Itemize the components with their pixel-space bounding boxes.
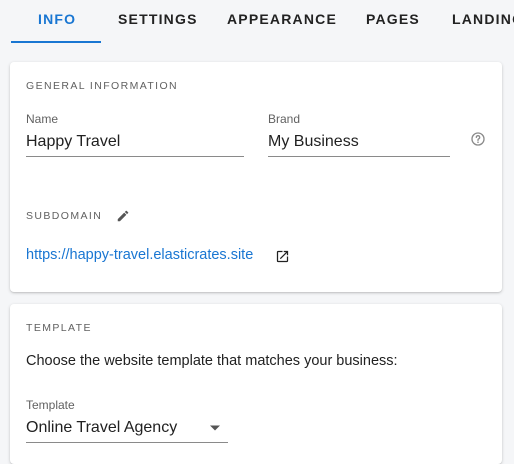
subdomain-link[interactable]: https://happy-travel.elasticrates.site (26, 247, 253, 263)
open-in-new-icon[interactable] (275, 249, 290, 264)
tab-info[interactable]: INFO (38, 0, 76, 44)
brand-field[interactable]: My Business (268, 133, 359, 151)
template-title: TEMPLATE (26, 322, 92, 334)
name-field-underline (26, 156, 244, 157)
template-card: TEMPLATE Choose the website template tha… (10, 304, 502, 464)
pencil-icon[interactable] (116, 209, 130, 223)
tab-bar: INFO SETTINGS APPEARANCE PAGES LANDING (0, 0, 514, 44)
brand-label: Brand (268, 112, 301, 126)
general-information-card: GENERAL INFORMATION Name Happy Travel Br… (10, 62, 502, 292)
caret-down-icon[interactable] (209, 424, 221, 432)
template-select-label: Template (26, 398, 75, 412)
help-icon[interactable] (470, 131, 486, 147)
tab-settings[interactable]: SETTINGS (118, 0, 198, 44)
name-label: Name (26, 112, 59, 126)
general-information-title: GENERAL INFORMATION (26, 80, 179, 92)
template-select-underline (26, 442, 228, 443)
template-select[interactable]: Online Travel Agency (26, 419, 177, 437)
template-description: Choose the website template that matches… (26, 353, 398, 369)
tab-landing[interactable]: LANDING (452, 0, 514, 44)
name-field[interactable]: Happy Travel (26, 133, 120, 151)
brand-field-underline (268, 156, 450, 157)
tab-appearance[interactable]: APPEARANCE (227, 0, 337, 44)
active-tab-indicator (11, 41, 101, 43)
tab-pages[interactable]: PAGES (366, 0, 420, 44)
subdomain-title: SUBDOMAIN (26, 210, 103, 222)
